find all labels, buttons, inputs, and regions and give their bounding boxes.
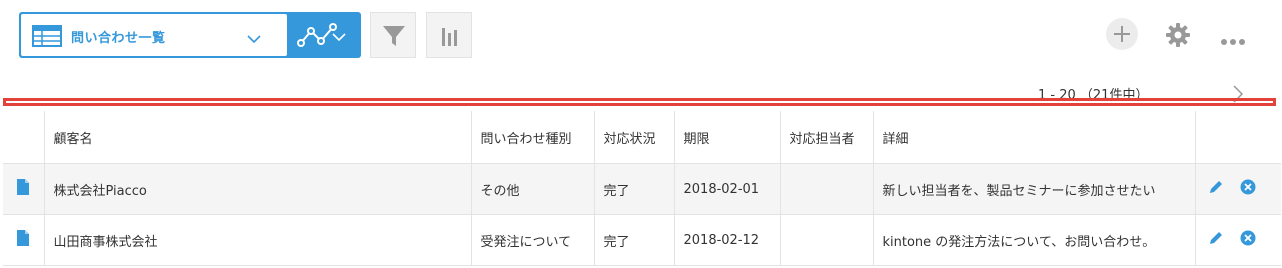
more-dots-icon[interactable] [1220,31,1246,50]
record-detail-link[interactable] [3,163,45,215]
cell-detail: 新しい担当者を、製品セミナーに参加させたい [873,163,1196,215]
record-detail-link[interactable] [3,214,45,266]
column-header-deadline[interactable]: 期限 [674,111,781,164]
row-actions [1195,214,1281,266]
delete-icon[interactable] [1240,230,1256,250]
cell-status: 完了 [594,214,675,266]
toolbar: 問い合わせ一覧 [0,0,1282,72]
view-selector[interactable]: 問い合わせ一覧 [19,12,361,58]
cell-customer: 山田商事株式会社 [44,214,472,266]
cell-deadline: 2018-02-12 [674,214,781,266]
column-header-type[interactable]: 問い合わせ種別 [471,111,595,164]
chevron-down-icon [247,29,261,48]
table-icon [32,25,62,51]
view-dropdown[interactable]: 問い合わせ一覧 [21,14,287,56]
table-row: 山田商事株式会社 受発注について 完了 2018-02-12 kintone の… [3,214,1281,266]
table-header-row: 顧客名 問い合わせ種別 対応状況 期限 対応担当者 詳細 [3,111,1281,164]
pencil-icon[interactable] [1208,230,1224,250]
cell-customer: 株式会社Piacco [44,163,472,215]
chevron-down-icon[interactable] [332,27,346,46]
document-icon [17,230,30,250]
pencil-icon[interactable] [1208,179,1224,199]
filter-button[interactable] [370,12,416,58]
column-header-detail[interactable]: 詳細 [873,111,1196,164]
cell-deadline: 2018-02-01 [674,163,781,215]
cell-type: 受発注について [471,214,595,266]
highlight-box [3,98,1276,106]
chart-button[interactable] [426,12,472,58]
add-record-button[interactable] [1106,18,1138,50]
column-header-customer[interactable]: 顧客名 [44,111,472,164]
table-row: 株式会社Piacco その他 完了 2018-02-01 新しい担当者を、製品セ… [3,163,1281,215]
cell-assignee [780,163,874,215]
cell-detail: kintone の発注方法について、お問い合わせ。 [873,214,1196,266]
cell-assignee [780,214,874,266]
column-header-assignee[interactable]: 対応担当者 [780,111,874,164]
view-name: 問い合わせ一覧 [71,31,166,46]
column-header-icon [3,111,45,164]
delete-icon[interactable] [1240,179,1256,199]
cell-type: その他 [471,163,595,215]
column-header-actions [1195,111,1281,164]
row-actions [1195,163,1281,215]
gear-icon[interactable] [1165,22,1191,52]
record-table: 顧客名 問い合わせ種別 対応状況 期限 対応担当者 詳細 株式会社Piacco … [3,111,1281,266]
document-icon [17,179,30,199]
cell-status: 完了 [594,163,675,215]
column-header-status[interactable]: 対応状況 [594,111,675,164]
